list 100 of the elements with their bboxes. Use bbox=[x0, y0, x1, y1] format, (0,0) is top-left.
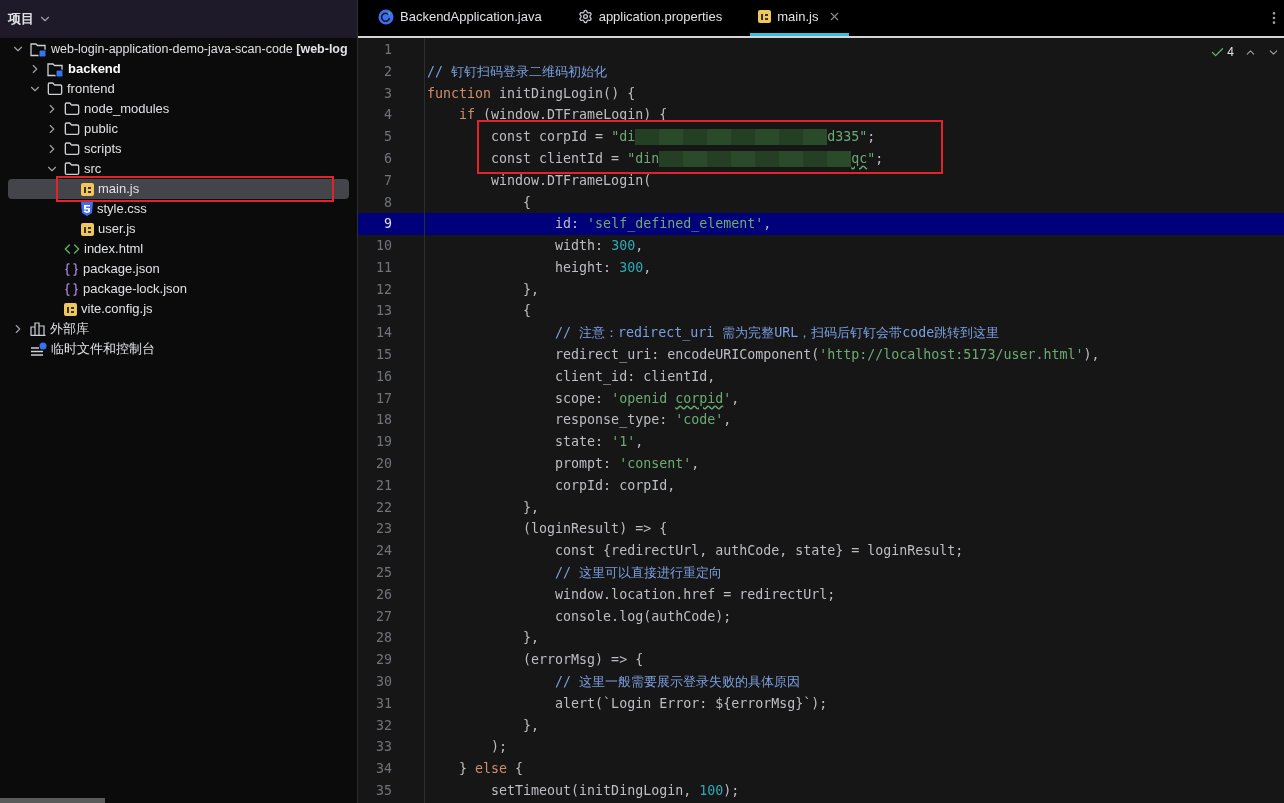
tree-item[interactable]: 临时文件和控制台 bbox=[8, 339, 349, 359]
code-line: { bbox=[522, 193, 532, 212]
line-number: 29 bbox=[375, 651, 392, 670]
code-line: const corpId = "di d335"; bbox=[490, 128, 876, 148]
scrollbar[interactable] bbox=[0, 798, 105, 803]
code-line: // 钉钉扫码登录二维码初始化 bbox=[427, 62, 608, 81]
line-number: 5 bbox=[383, 128, 392, 147]
scratches-icon bbox=[30, 341, 47, 357]
line-number: 1 bbox=[383, 40, 392, 59]
code-line: function initDingLogin() { bbox=[427, 84, 636, 103]
code-line: setTimeout(initDingLogin, 100); bbox=[490, 782, 740, 800]
line-number: 25 bbox=[375, 564, 392, 583]
line-number: 4 bbox=[383, 106, 392, 125]
line-number: 9 bbox=[383, 215, 392, 234]
line-number: 19 bbox=[375, 433, 392, 452]
code-line: // 这里一般需要展示登录失败的具体原因 bbox=[554, 673, 801, 692]
code-line: id: 'self_defined_element', bbox=[554, 215, 772, 234]
code-line: }, bbox=[522, 498, 540, 517]
html-file-icon bbox=[64, 241, 80, 257]
line-number: 7 bbox=[383, 171, 392, 190]
json-file-icon bbox=[64, 261, 79, 277]
tree-item[interactable]: scripts bbox=[8, 139, 349, 159]
code-line: state: '1', bbox=[554, 433, 644, 452]
module-folder-icon bbox=[30, 41, 47, 57]
folder-icon bbox=[64, 161, 80, 177]
code-line: const {redirectUrl, authCode, state} = loginResult; bbox=[554, 542, 964, 561]
code-line: height: 300, bbox=[554, 258, 652, 277]
css-file-icon bbox=[81, 202, 93, 216]
tree-item[interactable]: main.js bbox=[8, 179, 349, 199]
code-line: }, bbox=[522, 280, 540, 299]
folder-icon bbox=[64, 101, 80, 117]
code-line: prompt: 'consent', bbox=[554, 455, 700, 474]
code-line: client_id: clientId, bbox=[554, 367, 716, 387]
code-line: }, bbox=[522, 629, 540, 648]
code-line: width: 300, bbox=[554, 237, 644, 256]
line-number: 33 bbox=[375, 738, 392, 757]
tree-item[interactable]: 外部库 bbox=[8, 319, 349, 339]
code-line: window.location.href = redirectUrl; bbox=[554, 585, 836, 604]
line-number: 14 bbox=[375, 324, 392, 343]
tree-item[interactable]: backend bbox=[8, 59, 349, 79]
js-file-icon bbox=[64, 302, 77, 316]
line-number: 32 bbox=[375, 716, 392, 735]
tree-item[interactable]: node_modules bbox=[8, 99, 349, 119]
line-number: 34 bbox=[375, 760, 392, 779]
tree-item[interactable]: vite.config.js bbox=[8, 299, 349, 319]
code-line: scope: 'openid corpid', bbox=[554, 389, 740, 408]
line-number: 20 bbox=[375, 455, 392, 474]
tree-item[interactable]: web-login-application-demo-java-scan-code [web-log bbox=[8, 39, 349, 59]
code-line: (errorMsg) => { bbox=[522, 651, 644, 670]
line-number: 3 bbox=[383, 84, 392, 103]
folder-icon bbox=[64, 141, 80, 157]
tree-item[interactable]: src bbox=[8, 159, 349, 179]
inspection-widget[interactable]: 4 bbox=[1210, 43, 1234, 61]
module-folder-icon bbox=[47, 61, 64, 77]
line-number: 23 bbox=[375, 520, 392, 539]
line-number: 12 bbox=[375, 280, 392, 299]
line-number: 28 bbox=[375, 629, 392, 648]
tree-item[interactable]: public bbox=[8, 119, 349, 139]
editor-tab[interactable]: BackendApplication.java bbox=[370, 0, 550, 36]
tree-item[interactable]: style.css bbox=[8, 199, 349, 219]
tree-item[interactable]: package.json bbox=[8, 259, 349, 279]
code-line: { bbox=[522, 302, 532, 321]
library-icon bbox=[30, 322, 46, 336]
settings-icon bbox=[577, 9, 593, 24]
line-number: 10 bbox=[375, 237, 392, 256]
line-number: 35 bbox=[375, 782, 392, 800]
tree-item[interactable]: frontend bbox=[8, 79, 349, 99]
line-number: 22 bbox=[375, 498, 392, 517]
spring-class-icon bbox=[378, 8, 394, 25]
line-number: 21 bbox=[375, 476, 392, 495]
line-number: 2 bbox=[383, 62, 392, 81]
line-number: 30 bbox=[375, 673, 392, 692]
code-line: } else { bbox=[458, 760, 524, 779]
js-file-icon bbox=[81, 222, 94, 236]
code-line: window.DTFrameLogin( bbox=[490, 171, 652, 190]
code-line: response_type: 'code', bbox=[554, 411, 732, 430]
line-number: 17 bbox=[375, 389, 392, 408]
code-line: // 这里可以直接进行重定向 bbox=[554, 564, 723, 583]
code-line: redirect_uri: encodeURIComponent('http://localhost:5173/user.html'), bbox=[554, 346, 1100, 365]
code-line: const clientId = "din qc"; bbox=[490, 149, 884, 169]
folder-icon bbox=[64, 121, 80, 137]
line-number: 31 bbox=[375, 694, 392, 713]
tree-item[interactable]: package-lock.json bbox=[8, 279, 349, 299]
js-file-icon bbox=[81, 182, 94, 196]
code-line: ); bbox=[490, 738, 508, 757]
json-file-icon bbox=[64, 281, 79, 297]
tree-item[interactable]: index.html bbox=[8, 239, 349, 259]
line-number: 6 bbox=[383, 149, 392, 168]
line-number: 8 bbox=[383, 193, 392, 212]
line-number: 11 bbox=[375, 258, 392, 277]
line-number: 15 bbox=[375, 346, 392, 365]
editor-tab[interactable]: application.properties bbox=[569, 0, 731, 36]
code-line: alert(`Login Error: ${errorMsg}`); bbox=[554, 694, 828, 713]
line-number: 27 bbox=[375, 607, 392, 626]
code-line: (loginResult) => { bbox=[522, 520, 668, 539]
js-file-icon bbox=[758, 10, 772, 23]
panel-title[interactable]: 项目 bbox=[8, 9, 34, 29]
tree-item[interactable]: user.js bbox=[8, 219, 349, 239]
code-line: console.log(authCode); bbox=[554, 607, 732, 626]
line-number: 24 bbox=[375, 542, 392, 561]
